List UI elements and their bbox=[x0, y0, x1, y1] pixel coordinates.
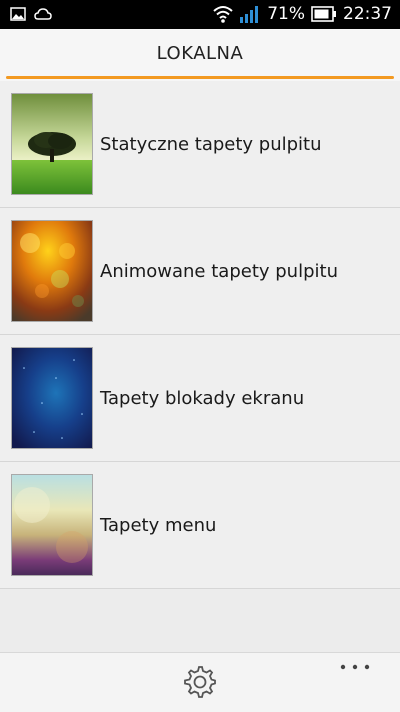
clock: 22:37 bbox=[343, 4, 392, 24]
list-item-label: Tapety menu bbox=[100, 515, 217, 536]
tab-lokalna[interactable]: LOKALNA bbox=[0, 43, 400, 64]
cloud-icon bbox=[34, 8, 52, 20]
status-right: 71% 22:37 bbox=[213, 3, 392, 25]
list-item-label: Animowane tapety pulpitu bbox=[100, 261, 338, 282]
header: LOKALNA bbox=[0, 29, 400, 81]
blue-starfield-thumbnail bbox=[11, 347, 93, 449]
status-left-icons bbox=[10, 7, 52, 21]
list-item-lockscreen-wallpapers[interactable]: Tapety blokady ekranu bbox=[0, 335, 400, 462]
wallpaper-category-list: Statyczne tapety pulpitu Animowane tapet… bbox=[0, 81, 400, 589]
signal-icon bbox=[240, 6, 259, 23]
list-item-label: Tapety blokady ekranu bbox=[100, 388, 305, 409]
list-item-label: Statyczne tapety pulpitu bbox=[100, 134, 322, 155]
wifi-icon bbox=[213, 6, 233, 23]
orange-bokeh-thumbnail bbox=[11, 220, 93, 322]
tab-indicator bbox=[6, 76, 394, 79]
bottom-bar bbox=[0, 652, 400, 712]
gear-icon[interactable] bbox=[183, 665, 217, 699]
list-item-static-wallpapers[interactable]: Statyczne tapety pulpitu bbox=[0, 81, 400, 208]
gallery-icon bbox=[10, 7, 26, 21]
status-bar: 71% 22:37 bbox=[0, 0, 400, 29]
pastel-blur-thumbnail bbox=[11, 474, 93, 576]
more-icon[interactable] bbox=[338, 659, 372, 675]
list-item-menu-wallpapers[interactable]: Tapety menu bbox=[0, 462, 400, 589]
list-item-animated-wallpapers[interactable]: Animowane tapety pulpitu bbox=[0, 208, 400, 335]
tree-landscape-thumbnail bbox=[11, 93, 93, 195]
battery-percent: 71% bbox=[267, 4, 305, 24]
battery-icon bbox=[311, 6, 336, 22]
